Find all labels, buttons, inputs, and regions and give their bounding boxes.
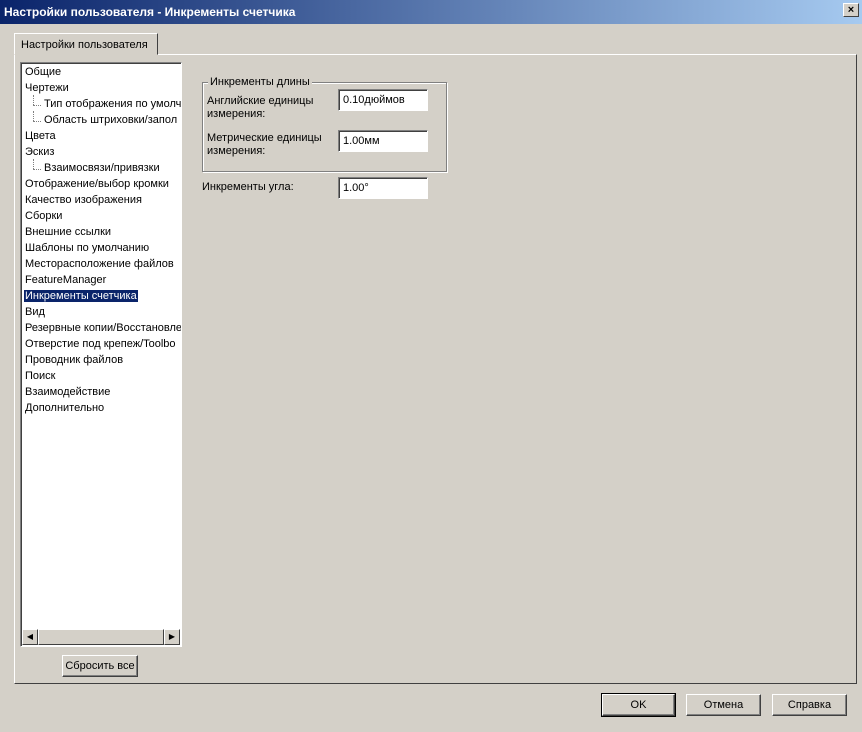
tree-item[interactable]: Отверстие под крепеж/Toolbo <box>21 337 181 353</box>
tab-label: Настройки пользователя <box>21 39 148 51</box>
tree-item[interactable]: Шаблоны по умолчанию <box>21 241 181 257</box>
tree-item-label: Тип отображения по умолч <box>44 98 182 110</box>
tree-item-label: Вид <box>25 306 45 318</box>
tree-item[interactable]: Дополнительно <box>21 401 181 417</box>
scroll-right-button[interactable]: ▶ <box>164 629 180 645</box>
scroll-left-button[interactable]: ◀ <box>22 629 38 645</box>
tree-item-label: Отверстие под крепеж/Toolbo <box>25 338 176 350</box>
close-icon: × <box>847 4 855 16</box>
window-title: Настройки пользователя - Инкременты счет… <box>4 5 296 19</box>
close-button[interactable]: × <box>843 3 859 17</box>
tree-item[interactable]: Месторасположение файлов <box>21 257 181 273</box>
tree-item[interactable]: Тип отображения по умолч <box>21 95 182 113</box>
tree-item[interactable]: Резервные копии/Восстановле <box>21 321 182 337</box>
tree-item-label: Область штриховки/запол <box>44 114 178 126</box>
tree-item-label: Общие <box>25 66 62 78</box>
tree-item[interactable]: Сборки <box>21 209 181 225</box>
tree-item[interactable]: Взаимодействие <box>21 385 181 401</box>
tree-item-label: Качество изображения <box>25 194 142 206</box>
tree-list: Общие Чертежи Тип отображения по умолч Обла… <box>21 65 182 630</box>
tree-item[interactable]: Проводник файлов <box>21 353 181 369</box>
reset-all-button[interactable]: Сбросить все <box>62 655 138 677</box>
tree-item-label: Сборки <box>25 210 63 222</box>
settings-tree[interactable]: Общие Чертежи Тип отображения по умолч Обла… <box>20 62 182 647</box>
help-label: Справка <box>787 699 832 711</box>
tree-item-label: Месторасположение файлов <box>25 258 174 270</box>
tree-item-label: Взаимосвязи/привязки <box>44 162 160 174</box>
english-units-label: Английские единицы измерения: <box>207 95 314 120</box>
english-units-input[interactable]: 0.10дюймов <box>338 89 428 111</box>
tree-item[interactable]: Внешние ссылки <box>21 225 181 241</box>
metric-units-label: Метрические единицы измерения: <box>207 132 322 157</box>
tree-item[interactable]: Чертежи <box>21 81 181 97</box>
metric-units-input[interactable]: 1.00мм <box>338 130 428 152</box>
tree-item-label: Поиск <box>25 370 56 382</box>
tree-item[interactable]: Взаимосвязи/привязки <box>21 159 181 177</box>
tree-item[interactable]: Поиск <box>21 369 181 385</box>
tree-item-label: Цвета <box>25 130 56 142</box>
tree-item-label: Отображение/выбор кромки <box>25 178 169 190</box>
angle-increments-label: Инкременты угла: <box>202 181 294 193</box>
scroll-thumb[interactable] <box>38 629 164 645</box>
length-increments-title: Инкременты длины <box>208 76 312 88</box>
cancel-button[interactable]: Отмена <box>686 694 761 716</box>
tree-item[interactable]: Отображение/выбор кромки <box>21 177 181 193</box>
tab-user-settings[interactable]: Настройки пользователя <box>14 33 158 55</box>
tree-item[interactable]: Общие <box>21 65 181 81</box>
tree-item[interactable]: Область штриховки/запол <box>21 111 181 129</box>
tree-item-label: Взаимодействие <box>25 386 111 398</box>
tree-item-label: Инкременты счетчика <box>24 290 138 302</box>
cancel-label: Отмена <box>703 699 744 711</box>
horizontal-scrollbar[interactable]: ◀ ▶ <box>22 629 180 645</box>
tree-item-label: Эскиз <box>25 146 55 158</box>
tree-item-label: Проводник файлов <box>25 354 124 366</box>
tree-item[interactable]: Эскиз <box>21 145 181 161</box>
tree-item[interactable]: Инкременты счетчика <box>21 289 181 305</box>
tree-item[interactable]: Качество изображения <box>21 193 181 209</box>
ok-label: OK <box>630 699 647 711</box>
angle-increments-input[interactable]: 1.00° <box>338 177 428 199</box>
reset-all-label: Сбросить все <box>65 660 135 672</box>
tree-item-label: Дополнительно <box>25 402 105 414</box>
arrow-right-icon: ▶ <box>168 632 176 641</box>
tree-item[interactable]: FeatureManager <box>21 273 181 289</box>
tree-item[interactable]: Цвета <box>21 129 181 145</box>
tree-item[interactable]: Вид <box>21 305 181 321</box>
title-bar: Настройки пользователя - Инкременты счет… <box>0 0 862 24</box>
help-button[interactable]: Справка <box>772 694 847 716</box>
tree-item-label: Внешние ссылки <box>25 226 112 238</box>
tree-item-label: Шаблоны по умолчанию <box>25 242 150 254</box>
arrow-left-icon: ◀ <box>26 632 34 641</box>
tree-item-label: Чертежи <box>25 82 69 94</box>
tree-item-label: FeatureManager <box>25 274 107 286</box>
tree-item-label: Резервные копии/Восстановле <box>25 322 182 334</box>
ok-button[interactable]: OK <box>602 694 675 716</box>
